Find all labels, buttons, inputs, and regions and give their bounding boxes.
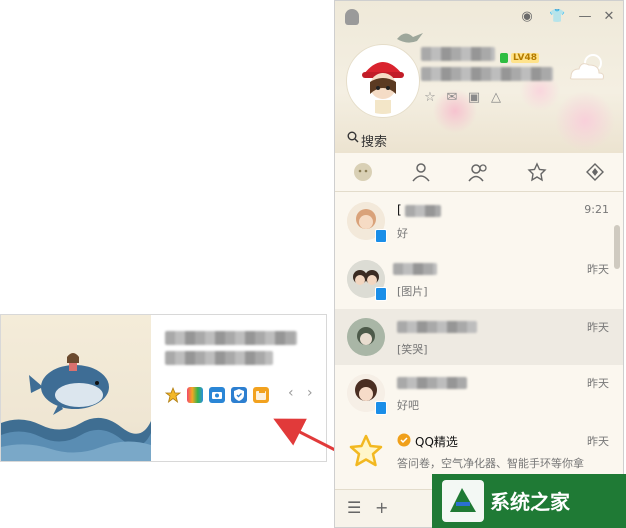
mobile-online-icon (375, 287, 387, 301)
star-outline-icon (527, 162, 547, 182)
compass-icon (586, 163, 604, 181)
watermark-text: 系统之家 (490, 490, 570, 514)
mobile-online-icon (375, 229, 387, 243)
contact-avatar (347, 318, 385, 356)
tab-groups[interactable] (465, 159, 493, 185)
last-message: 答问卷，空气净化器、智能手环等你拿 (397, 457, 584, 470)
verified-icon (397, 433, 411, 447)
profile-header: ◉ 👕 — ✕ LV48 ☆ ✉ ▣ △ 搜索 (335, 1, 623, 153)
watermark-logo: 系统之家 (432, 474, 626, 528)
tab-discover[interactable] (581, 159, 609, 185)
tab-messages[interactable] (349, 159, 377, 185)
last-message: 好 (397, 227, 408, 240)
conversation-list: [ 好 9:21 [图片] 昨天 [笑哭] 昨天 好吧 昨天 QQ精选 答问卷，… (335, 193, 623, 483)
bird-decoration-icon (397, 33, 423, 43)
last-message: [图片] (397, 285, 428, 298)
mail-icon[interactable]: ✉ (445, 91, 459, 105)
profile-quick-icons: ☆ ✉ ▣ △ (423, 91, 503, 105)
main-tabs (335, 153, 623, 192)
list-item[interactable]: [ 好 9:21 (335, 193, 623, 249)
qq-main-panel: ◉ 👕 — ✕ LV48 ☆ ✉ ▣ △ 搜索 [好 9:21 [图片] 昨天… (334, 0, 624, 528)
watermark-icon (442, 480, 484, 522)
tab-contacts[interactable] (407, 159, 435, 185)
tab-favorites[interactable] (523, 159, 551, 185)
last-message: 好吧 (397, 399, 419, 412)
list-item[interactable]: 好吧 昨天 (335, 365, 623, 421)
blurred-contact-name (405, 205, 441, 217)
photo-icon[interactable]: ▣ (467, 91, 481, 105)
contact-name: [ (397, 203, 402, 217)
blurred-contact-name (397, 321, 477, 333)
message-time: 昨天 (587, 263, 609, 276)
warning-icon[interactable]: △ (489, 91, 503, 105)
list-item[interactable]: [笑哭] 昨天 (335, 309, 623, 365)
main-menu-icon[interactable]: ☰ (347, 498, 361, 517)
blurred-contact-name (393, 263, 437, 275)
level-badge[interactable]: LV48 (511, 53, 539, 63)
contact-name: QQ精选 (415, 435, 458, 449)
close-icon[interactable]: ✕ (601, 9, 617, 24)
blurred-signature[interactable] (421, 67, 553, 81)
star-icon (347, 432, 385, 470)
message-time: 昨天 (587, 377, 609, 390)
search-bar[interactable]: 搜索 (335, 129, 623, 151)
penguin-menu-icon[interactable]: ◉ (519, 9, 535, 24)
add-icon[interactable]: + (375, 498, 388, 517)
list-item[interactable]: QQ精选 答问卷，空气净化器、智能手环等你拿 昨天 (335, 423, 623, 479)
list-scrollbar[interactable] (614, 225, 620, 269)
blurred-username (421, 47, 495, 61)
message-time: 昨天 (587, 435, 609, 448)
message-time: 9:21 (584, 203, 609, 216)
online-status-icon[interactable] (500, 53, 508, 63)
qq-penguin-icon (345, 9, 359, 25)
mobile-online-icon (375, 401, 387, 415)
list-item[interactable]: [图片] 昨天 (335, 251, 623, 307)
skin-shirt-icon[interactable]: 👕 (549, 9, 565, 24)
search-icon (347, 131, 359, 147)
weather-icon[interactable] (567, 49, 609, 85)
group-icon (468, 164, 487, 182)
search-input[interactable]: 搜索 (361, 131, 387, 150)
blurred-contact-name (397, 377, 467, 389)
last-message: [笑哭] (397, 343, 428, 356)
star-icon[interactable]: ☆ (423, 91, 437, 105)
message-time: 昨天 (587, 321, 609, 334)
user-avatar[interactable] (347, 45, 419, 117)
chat-bubble-icon (354, 163, 372, 181)
person-icon (412, 163, 430, 182)
minimize-icon[interactable]: — (577, 9, 593, 24)
